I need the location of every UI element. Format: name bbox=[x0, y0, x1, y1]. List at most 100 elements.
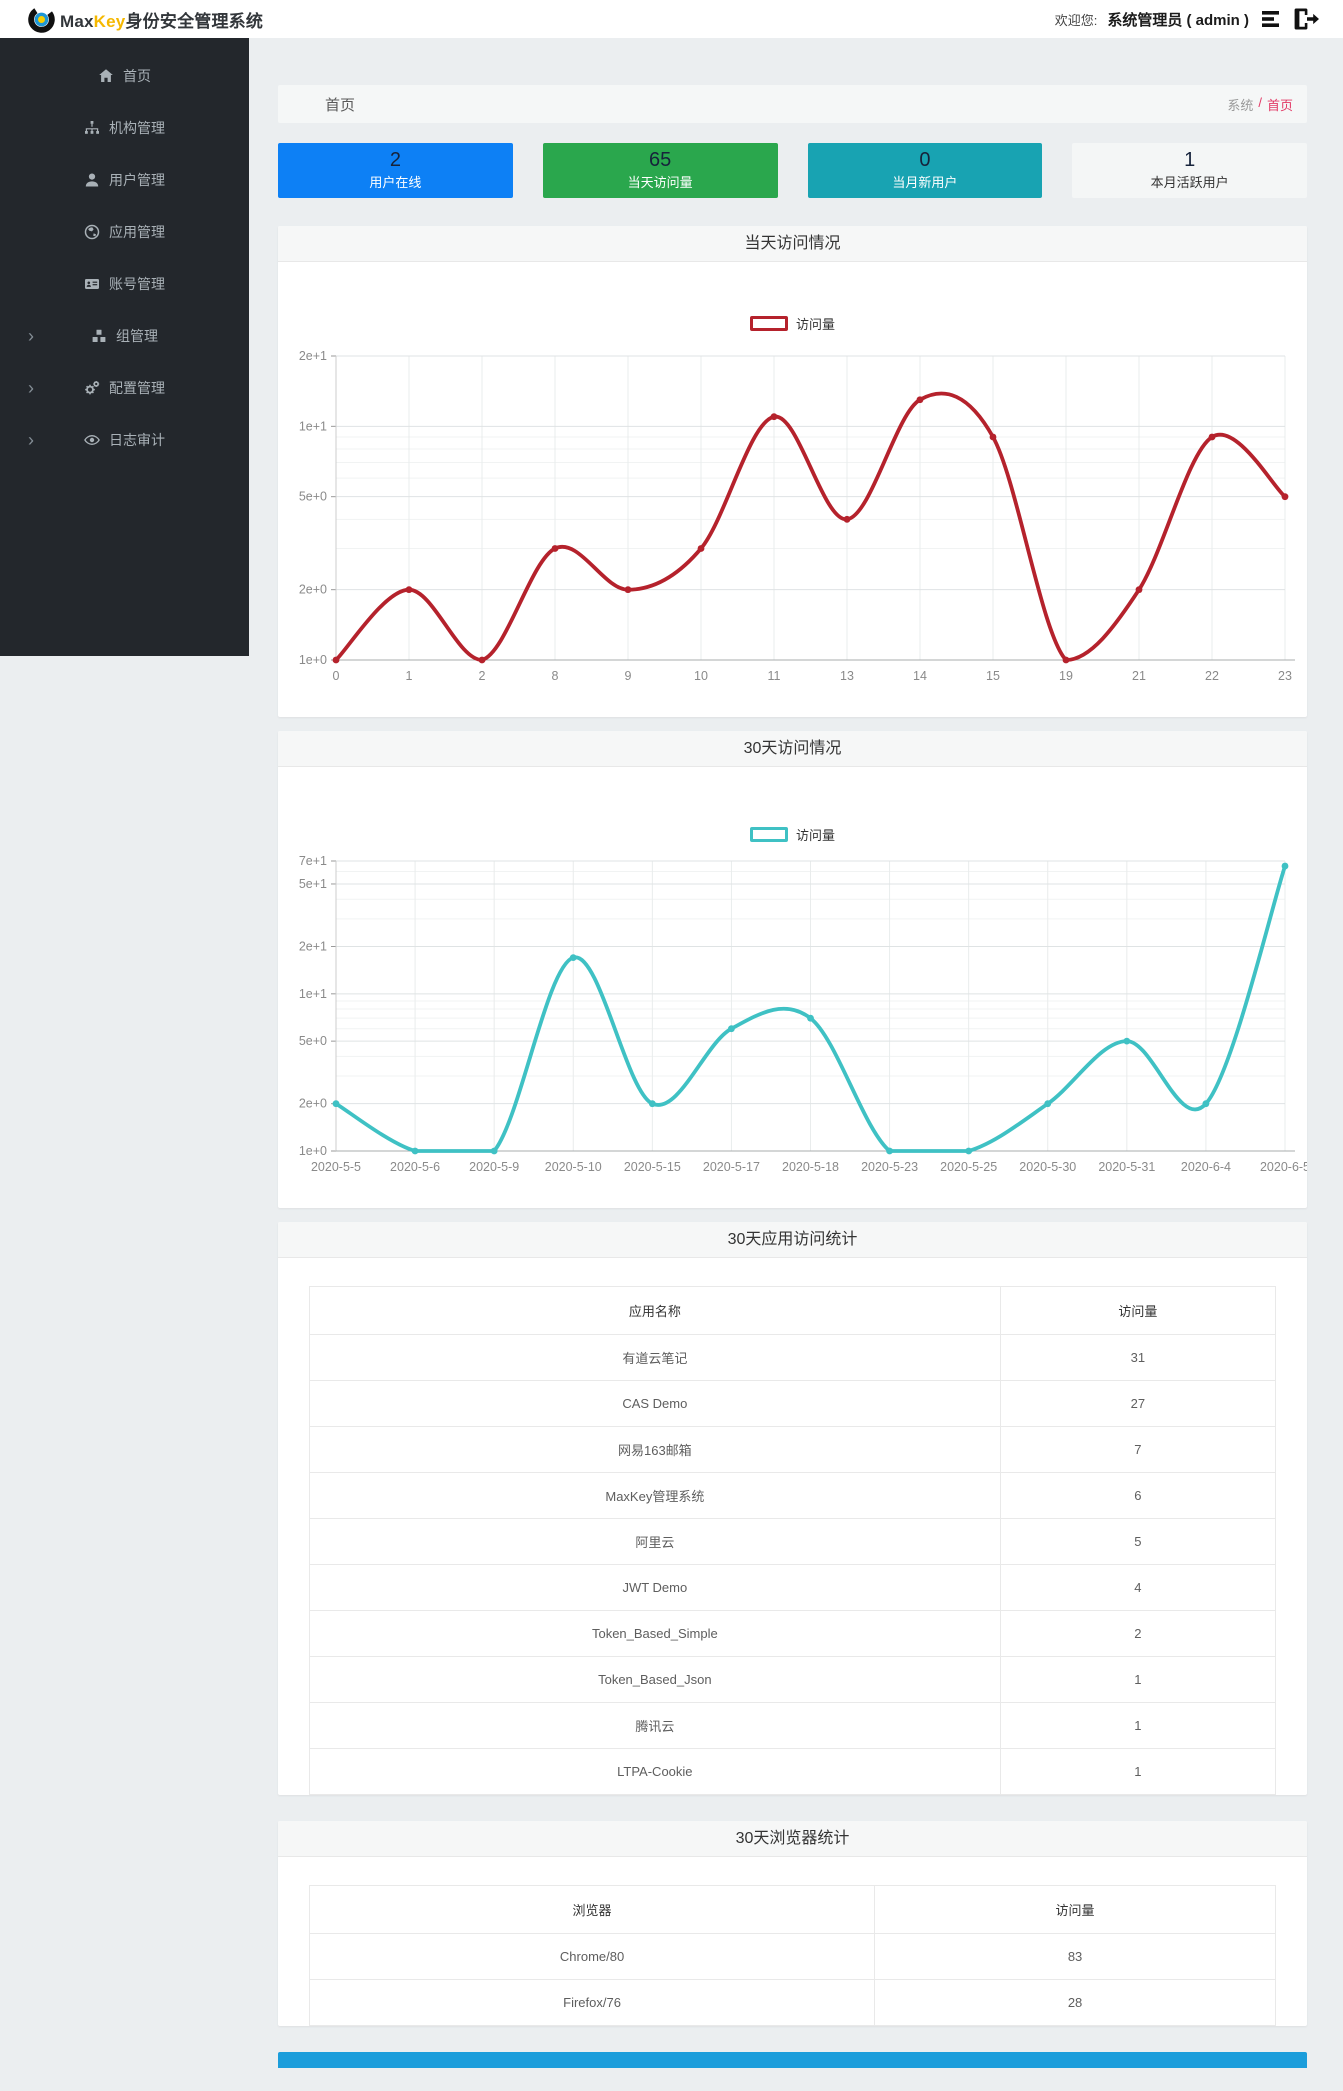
sidebar-item-audit[interactable]: › 日志审计 bbox=[0, 414, 249, 466]
menu-list-icon[interactable] bbox=[1259, 7, 1283, 31]
sidebar-item-label: 账号管理 bbox=[109, 276, 165, 292]
sidebar-item-account[interactable]: 账号管理 bbox=[0, 258, 249, 310]
breadcrumb-root[interactable]: 系统 bbox=[1227, 95, 1253, 114]
data-point bbox=[624, 586, 632, 594]
sidebar-item-config[interactable]: › 配置管理 bbox=[0, 362, 249, 414]
user-icon bbox=[84, 172, 100, 188]
chevron-right-icon: › bbox=[28, 378, 34, 398]
maxkey-logo-icon bbox=[28, 5, 55, 33]
breadcrumb: 首页 系统 / 首页 bbox=[278, 85, 1307, 123]
table-cell: 2 bbox=[999, 1610, 1277, 1657]
data-point bbox=[1044, 1100, 1052, 1108]
sidebar-item-group[interactable]: › 组管理 bbox=[0, 310, 249, 362]
eye-icon bbox=[84, 432, 100, 448]
x-axis-tick-label: 0 bbox=[333, 669, 340, 683]
data-point bbox=[965, 1147, 973, 1155]
y-axis-tick-label: 5e+0 bbox=[299, 490, 327, 504]
data-point bbox=[989, 433, 997, 441]
x-axis-tick-label: 13 bbox=[840, 669, 854, 683]
top-bar: MaxKey身份安全管理系统 欢迎您: 系统管理员 ( admin ) bbox=[0, 0, 1343, 38]
data-point bbox=[1281, 862, 1289, 870]
table-row: CAS Demo 27 bbox=[309, 1380, 1277, 1427]
x-axis-tick-label: 9 bbox=[625, 669, 632, 683]
table-cell: Chrome/80 bbox=[308, 1933, 876, 1980]
id-card-icon bbox=[84, 276, 100, 292]
sidebar-item-user[interactable]: 用户管理 bbox=[0, 154, 249, 206]
y-axis-tick-label: 2e+1 bbox=[299, 940, 327, 954]
data-point bbox=[843, 515, 851, 523]
footer-bar bbox=[278, 2052, 1307, 2068]
x-axis-tick-label: 14 bbox=[913, 669, 927, 683]
x-axis-tick-label: 8 bbox=[552, 669, 559, 683]
sidebar-item-label: 应用管理 bbox=[109, 224, 165, 240]
chart-legend: 访问量 bbox=[278, 767, 1307, 844]
data-point bbox=[490, 1147, 498, 1155]
stat-label: 用户在线 bbox=[369, 175, 422, 190]
panel-title: 30天浏览器统计 bbox=[278, 1821, 1307, 1857]
today-visits-line-chart: 2e+1 1e+1 5e+0 2e+0 1e+0 0 1 2 8 9 10 11 13 14 15 19 21 2… bbox=[299, 349, 1295, 683]
table-cell: 4 bbox=[999, 1564, 1277, 1611]
x-axis-tick-label: 19 bbox=[1059, 669, 1073, 683]
table-cell: 83 bbox=[874, 1933, 1276, 1980]
stat-value: 1 bbox=[1184, 149, 1196, 171]
legend-label[interactable]: 访问量 bbox=[796, 825, 835, 844]
data-point bbox=[648, 1100, 656, 1108]
data-point bbox=[411, 1147, 419, 1155]
data-point bbox=[332, 656, 340, 664]
breadcrumb-separator: / bbox=[1258, 94, 1262, 110]
x-axis-tick-label: 2020-5-10 bbox=[545, 1160, 602, 1174]
table-header-row: 浏览器 访问量 bbox=[308, 1885, 1276, 1934]
table-cell: 1 bbox=[999, 1656, 1277, 1703]
app-title: MaxKey身份安全管理系统 bbox=[60, 11, 264, 31]
breadcrumb-current[interactable]: 首页 bbox=[1267, 95, 1293, 114]
sidebar-item-app[interactable]: 应用管理 bbox=[0, 206, 249, 258]
table-cell: 6 bbox=[999, 1472, 1277, 1519]
table-cell: 1 bbox=[999, 1702, 1277, 1749]
x-axis-tick-label: 2020-5-9 bbox=[469, 1160, 519, 1174]
data-point bbox=[770, 413, 778, 421]
panel-today-visits-chart: 当天访问情况 访问量 2e+1 1e+1 5e+0 2e+0 1e+0 0 1 2 8 9 10 11… bbox=[278, 226, 1307, 717]
sidebar-item-home[interactable]: 首页 bbox=[0, 50, 249, 102]
data-point bbox=[1135, 586, 1143, 594]
column-header-visits: 访问量 bbox=[874, 1885, 1276, 1934]
data-point bbox=[1062, 656, 1070, 664]
x-axis-tick-label: 2020-5-5 bbox=[311, 1160, 361, 1174]
column-header-visits: 访问量 bbox=[999, 1286, 1277, 1335]
x-axis-tick-label: 23 bbox=[1278, 669, 1292, 683]
table-row: Token_Based_Json 1 bbox=[309, 1656, 1277, 1703]
panel-title: 30天访问情况 bbox=[278, 731, 1307, 767]
data-point bbox=[728, 1025, 735, 1033]
sidebar-menu: 首页机构管理 用户管理应用管理账号管理 › 组管理 › 配置管理 › 日志审计 bbox=[0, 50, 249, 466]
brand: MaxKey身份安全管理系统 bbox=[28, 5, 264, 33]
sidebar-item-org[interactable]: 机构管理 bbox=[0, 102, 249, 154]
legend-label[interactable]: 访问量 bbox=[796, 314, 835, 333]
x-axis-tick-label: 2020-5-23 bbox=[861, 1160, 918, 1174]
x-axis-tick-label: 22 bbox=[1205, 669, 1219, 683]
sidebar: 首页机构管理 用户管理应用管理账号管理 › 组管理 › 配置管理 › 日志审计 bbox=[0, 38, 249, 656]
legend-swatch[interactable] bbox=[749, 316, 788, 331]
table-cell: Token_Based_Json bbox=[309, 1656, 1001, 1703]
table-cell: 阿里云 bbox=[309, 1518, 1001, 1565]
data-point bbox=[1202, 1100, 1210, 1108]
y-axis-tick-label: 7e+1 bbox=[299, 854, 327, 868]
data-point bbox=[551, 545, 559, 552]
data-point bbox=[1123, 1037, 1131, 1045]
sidebar-item-label: 首页 bbox=[123, 68, 151, 84]
y-axis-tick-label: 1e+0 bbox=[299, 1144, 327, 1158]
chevron-right-icon: › bbox=[28, 430, 34, 450]
app-visits-table: 应用名称 访问量 有道云笔记 31 CAS Demo 27 网易163邮箱 7 MaxKey… bbox=[309, 1286, 1277, 1795]
chart-grid bbox=[331, 860, 1286, 1152]
panel-30day-visits-chart: 30天访问情况 访问量 7e+1 5e+1 2e+1 1e+1 5e+0 2e+0 1e+0… bbox=[278, 731, 1307, 1208]
home-icon bbox=[98, 68, 114, 84]
table-cell: 31 bbox=[999, 1334, 1277, 1381]
data-point bbox=[807, 1014, 814, 1022]
stat-label: 当天访问量 bbox=[627, 175, 693, 190]
table-cell: JWT Demo bbox=[309, 1564, 1001, 1611]
logout-icon[interactable] bbox=[1293, 7, 1319, 31]
page-title: 首页 bbox=[325, 96, 356, 114]
legend-swatch[interactable] bbox=[749, 827, 788, 842]
x-axis-tick-label: 2020-5-25 bbox=[940, 1160, 997, 1174]
table-cell: Firefox/76 bbox=[308, 1979, 876, 2026]
data-point bbox=[405, 586, 413, 594]
sidebar-item-label: 配置管理 bbox=[109, 380, 165, 396]
